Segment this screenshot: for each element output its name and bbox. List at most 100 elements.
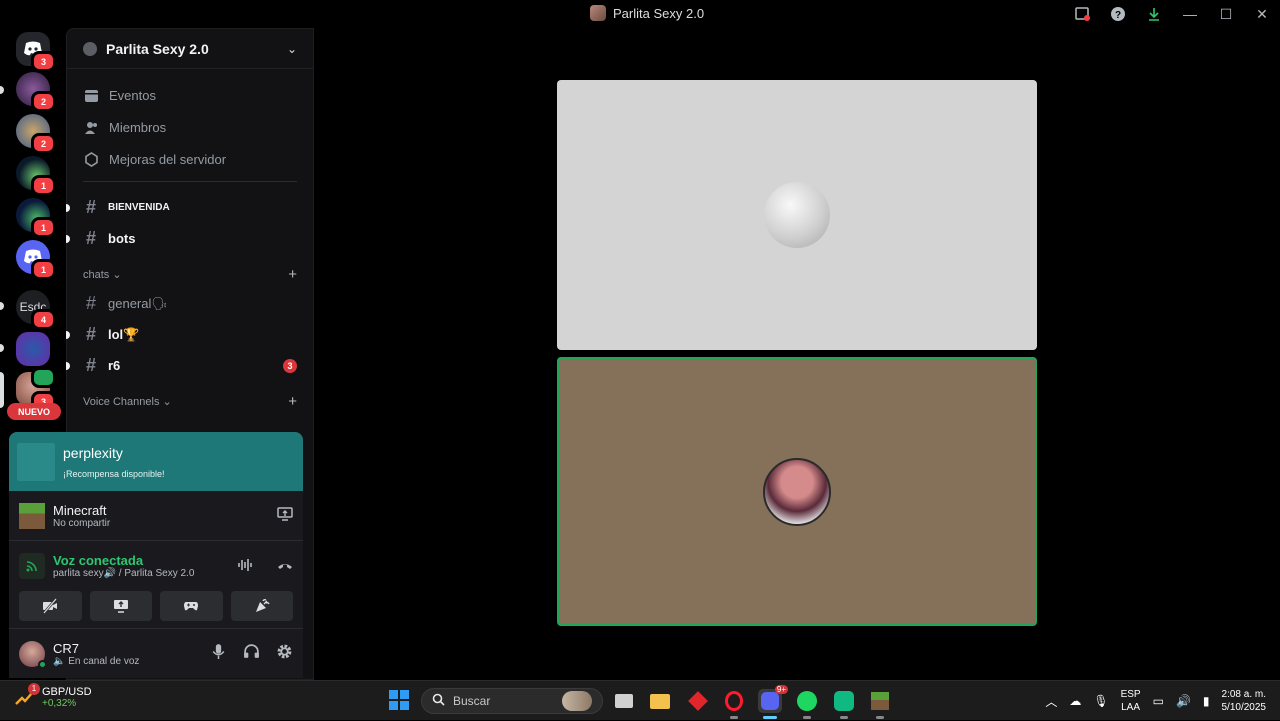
- taskbar-app-green[interactable]: [832, 689, 856, 719]
- nav-members[interactable]: Miembros: [67, 111, 313, 143]
- close-button[interactable]: ✕: [1244, 4, 1280, 24]
- channel-lol[interactable]: # lol🏆: [66, 319, 313, 350]
- new-badge[interactable]: NUEVO: [7, 403, 61, 420]
- participant-tile-speaking[interactable]: [557, 357, 1037, 626]
- voice-channel[interactable]: parlita sexy🔊 / Parlita Sexy 2.0: [53, 568, 194, 579]
- server-icon-2[interactable]: 2: [16, 114, 56, 154]
- channel-r6[interactable]: # r6 3: [66, 350, 313, 381]
- category-chats[interactable]: chats ⌄ +: [67, 260, 313, 288]
- maximize-icon: ☐: [1219, 5, 1233, 22]
- network-icon[interactable]: ▭: [1153, 694, 1164, 708]
- server-icon-3[interactable]: 1: [16, 156, 56, 196]
- inbox-icon: [1075, 7, 1090, 21]
- nav-server-boosts[interactable]: Mejoras del servidor: [67, 143, 313, 175]
- settings-button[interactable]: [276, 643, 293, 665]
- screen-share-icon: [113, 600, 128, 613]
- add-channel-icon[interactable]: +: [288, 266, 297, 283]
- server-header[interactable]: Parlita Sexy 2.0 ⌄: [67, 29, 313, 69]
- user-bar: CR7 🔈 En canal de voz: [9, 628, 303, 678]
- server-icon-8[interactable]: 3: [16, 367, 56, 412]
- channel-bienvenida[interactable]: # BIENVENIDA: [66, 192, 313, 223]
- activities-button[interactable]: [160, 591, 223, 621]
- camera-off-icon: [43, 598, 58, 614]
- home-button[interactable]: 3: [16, 32, 56, 72]
- promo-banner[interactable]: perplexity ¡Recompensa disponible!: [9, 432, 303, 491]
- taskbar-file-explorer[interactable]: [648, 689, 672, 713]
- help-button[interactable]: ?: [1100, 4, 1136, 24]
- category-label: Voice Channels ⌄: [83, 395, 288, 408]
- taskbar-app-red[interactable]: [686, 689, 710, 713]
- disconnect-icon[interactable]: [277, 558, 293, 574]
- taskbar-minecraft[interactable]: [868, 689, 892, 719]
- microphone-icon[interactable]: 🎙: [1093, 694, 1108, 708]
- user-panel: perplexity ¡Recompensa disponible! Minec…: [9, 432, 303, 678]
- noise-suppression-icon[interactable]: [237, 558, 253, 575]
- active-indicator: [763, 716, 777, 719]
- server-icon-5[interactable]: 1: [16, 240, 56, 280]
- widgets-button[interactable]: 1 GBP/USD +0,32%: [14, 682, 92, 709]
- time: 2:08 a. m.: [1221, 689, 1266, 700]
- promo-title: perplexity: [63, 444, 123, 461]
- spotify-icon: [797, 691, 817, 711]
- avatar[interactable]: [19, 640, 47, 669]
- signal-icon[interactable]: [19, 553, 45, 579]
- user-text[interactable]: CR7 🔈 En canal de voz: [53, 641, 139, 667]
- share-screen-icon[interactable]: [277, 507, 293, 524]
- server-name: Parlita Sexy 2.0: [106, 40, 209, 57]
- onedrive-icon[interactable]: ☁: [1069, 694, 1081, 708]
- microphone-button[interactable]: [210, 643, 227, 665]
- maximize-button[interactable]: ☐: [1208, 4, 1244, 24]
- taskbar: 1 GBP/USD +0,32% Buscar 9+ ︿ ☁ 🎙 ESP LAA…: [0, 680, 1280, 720]
- taskbar-spotify[interactable]: [795, 689, 819, 719]
- server-icon-7[interactable]: [16, 332, 50, 366]
- taskbar-discord[interactable]: 9+: [758, 685, 788, 719]
- screen-share-button[interactable]: [89, 591, 152, 621]
- chart-icon: 1: [14, 682, 40, 708]
- volume-icon[interactable]: 🔊: [1176, 694, 1191, 708]
- download-button[interactable]: [1136, 4, 1172, 24]
- taskbar-search[interactable]: Buscar: [421, 688, 603, 714]
- channel-name: BIENVENIDA: [108, 202, 170, 213]
- channel-general[interactable]: # general🗣: [67, 288, 313, 319]
- language-indicator[interactable]: ESP LAA: [1121, 688, 1141, 714]
- minimize-button[interactable]: —: [1172, 4, 1208, 24]
- headphones-button[interactable]: [243, 643, 260, 665]
- minecraft-icon: [871, 692, 889, 710]
- title-bar-controls: ? — ☐ ✕: [1064, 4, 1280, 24]
- gamepad-icon: [184, 602, 199, 611]
- clock[interactable]: 2:08 a. m. 5/10/2025: [1222, 688, 1267, 714]
- voice-text: Voz conectada parlita sexy🔊 / Parlita Se…: [53, 553, 194, 579]
- server-icon-esdc[interactable]: Esdc 4: [16, 290, 56, 330]
- taskbar-task-view[interactable]: [612, 689, 636, 713]
- user-controls: [210, 643, 293, 665]
- server-icon-4[interactable]: 1: [16, 198, 56, 238]
- voice-status[interactable]: Voz conectada: [53, 553, 194, 568]
- channel-name: general: [108, 295, 152, 311]
- soundboard-button[interactable]: [230, 591, 293, 621]
- participant-tile[interactable]: [557, 80, 1037, 350]
- add-channel-icon[interactable]: +: [288, 393, 297, 410]
- channel-name: r6: [108, 358, 121, 373]
- channel-bots[interactable]: # bots: [66, 223, 313, 254]
- nav-label: Mejoras del servidor: [109, 151, 227, 167]
- taskbar-opera[interactable]: [722, 689, 746, 719]
- battery-icon[interactable]: ▮: [1203, 694, 1210, 708]
- microphone-icon: [212, 643, 225, 659]
- chevron-up-icon[interactable]: ︿: [1045, 693, 1057, 710]
- user-status: 🔈 En canal de voz: [53, 655, 140, 667]
- server-icon: [590, 5, 606, 21]
- start-button[interactable]: [389, 690, 409, 710]
- minimize-icon: —: [1183, 6, 1197, 22]
- server-guide-icon: [83, 41, 97, 56]
- server-icon-1[interactable]: 2: [16, 72, 56, 112]
- widget-text: GBP/USD +0,32%: [42, 686, 92, 709]
- text-channel-icon: #: [85, 324, 96, 344]
- nav-events[interactable]: Eventos: [67, 79, 313, 111]
- camera-button[interactable]: [19, 591, 82, 621]
- opera-icon: [725, 691, 743, 711]
- inbox-button[interactable]: [1064, 4, 1100, 24]
- promo-image: [17, 442, 55, 481]
- category-voice[interactable]: Voice Channels ⌄ +: [67, 387, 313, 415]
- system-tray: ︿ ☁ 🎙 ESP LAA ▭ 🔊 ▮ 2:08 a. m. 5/10/2025: [1045, 681, 1280, 721]
- help-icon: ?: [1111, 7, 1125, 21]
